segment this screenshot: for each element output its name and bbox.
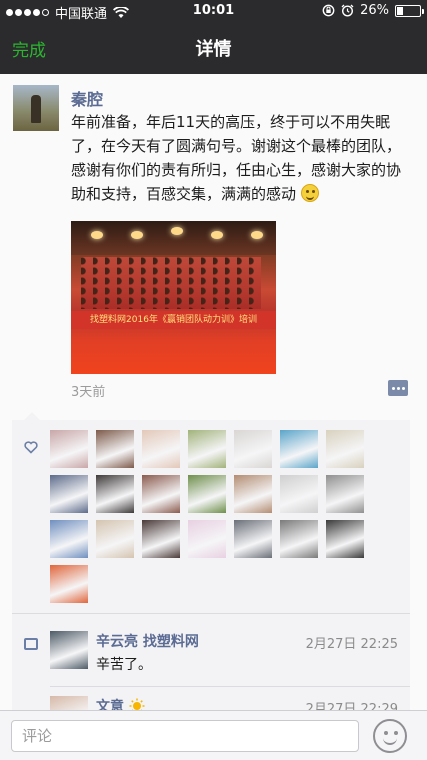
like-avatar[interactable] bbox=[234, 520, 272, 558]
divider bbox=[12, 613, 410, 614]
done-button[interactable]: 完成 bbox=[12, 36, 46, 61]
post-text-body: 年前准备，年后11天的高压，终于可以不用失眠了，在今天有了圆满句号。谢谢这个最棒… bbox=[71, 113, 402, 203]
author-name[interactable]: 秦腔 bbox=[71, 86, 103, 110]
like-avatar[interactable] bbox=[96, 520, 134, 558]
like-avatar[interactable] bbox=[326, 475, 364, 513]
comment-icon bbox=[24, 638, 38, 650]
photo-banner-text: 找塑料网2016年《赢销团队动力训》培训 bbox=[71, 311, 276, 329]
status-right: 26% bbox=[322, 3, 424, 18]
like-avatar[interactable] bbox=[50, 565, 88, 603]
author-avatar[interactable] bbox=[13, 85, 59, 131]
like-avatar[interactable] bbox=[280, 475, 318, 513]
like-avatar[interactable] bbox=[96, 430, 134, 468]
battery-icon bbox=[395, 4, 424, 17]
like-avatar[interactable] bbox=[326, 520, 364, 558]
rotation-lock-icon bbox=[322, 4, 335, 17]
comment-bar bbox=[0, 710, 427, 760]
comment-text: 辛苦了。 bbox=[96, 657, 152, 673]
interactions-panel: 辛云亮 找塑料网 2月27日 22:25 辛苦了。 文意 2月27日 22:29 bbox=[12, 412, 410, 734]
post-text: 年前准备，年后11天的高压，终于可以不用失眠了，在今天有了圆满句号。谢谢这个最棒… bbox=[71, 110, 415, 206]
page-title: 详情 bbox=[195, 39, 232, 60]
like-avatar[interactable] bbox=[142, 475, 180, 513]
divider bbox=[50, 686, 410, 687]
like-avatar[interactable] bbox=[50, 475, 88, 513]
battery-percent: 26% bbox=[360, 3, 389, 18]
status-bar: 中国联通 10:01 26% bbox=[0, 0, 427, 22]
like-avatar[interactable] bbox=[280, 520, 318, 558]
comment-action-icon[interactable] bbox=[388, 380, 408, 396]
photo-crowd bbox=[81, 257, 261, 309]
alarm-icon bbox=[341, 4, 354, 17]
comment-author[interactable]: 辛云亮 找塑料网 bbox=[96, 631, 199, 651]
smile-emoji-icon bbox=[300, 184, 319, 202]
like-avatar[interactable] bbox=[188, 430, 226, 468]
photo-ceiling bbox=[71, 221, 276, 255]
like-avatar[interactable] bbox=[50, 520, 88, 558]
comment-time: 2月27日 22:25 bbox=[305, 637, 398, 652]
like-avatar[interactable] bbox=[142, 520, 180, 558]
like-avatar[interactable] bbox=[96, 475, 134, 513]
like-avatar[interactable] bbox=[234, 475, 272, 513]
like-avatar[interactable] bbox=[50, 430, 88, 468]
like-avatar[interactable] bbox=[188, 520, 226, 558]
like-avatar[interactable] bbox=[280, 430, 318, 468]
post-time: 3天前 bbox=[71, 385, 106, 400]
emoji-button[interactable] bbox=[373, 719, 407, 753]
moment-post: 秦腔 年前准备，年后11天的高压，终于可以不用失眠了，在今天有了圆满句号。谢谢这… bbox=[0, 74, 427, 734]
post-photo[interactable]: 找塑料网2016年《赢销团队动力训》培训 bbox=[71, 221, 276, 374]
heart-icon bbox=[24, 441, 38, 454]
comment-avatar[interactable] bbox=[50, 631, 88, 669]
like-avatar[interactable] bbox=[188, 475, 226, 513]
like-avatar[interactable] bbox=[234, 430, 272, 468]
like-avatar[interactable] bbox=[142, 430, 180, 468]
like-avatar[interactable] bbox=[326, 430, 364, 468]
comment-input[interactable] bbox=[11, 720, 359, 752]
navigation-bar: 完成 详情 bbox=[0, 22, 427, 74]
